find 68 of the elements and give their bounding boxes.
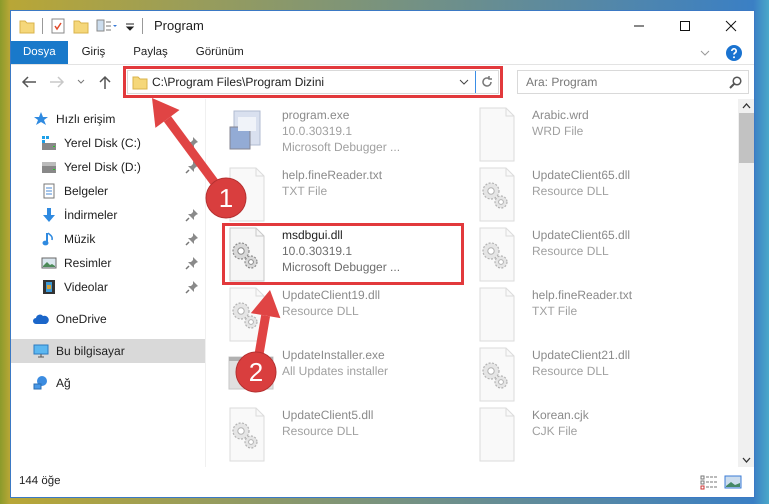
drive-icon — [41, 159, 57, 175]
file-detail: CJK File — [532, 423, 578, 439]
file-name: msdbgui.dll — [282, 227, 344, 243]
folder-icon — [132, 74, 148, 90]
view-icon[interactable] — [96, 18, 118, 34]
sidebar-item[interactable]: İndirmeler — [11, 203, 205, 227]
close-icon — [725, 20, 737, 32]
search-field[interactable]: Ara: Program — [517, 70, 749, 94]
picture-icon — [41, 255, 57, 271]
ribbon-tab[interactable]: Giriş — [68, 41, 120, 64]
file-item[interactable]: msdbgui.dll 10.0.30319.1 Microsoft Debugger ... — [224, 225, 462, 283]
sidebar-item[interactable]: Belgeler — [11, 179, 205, 203]
ribbon-tab[interactable]: Paylaş — [119, 41, 182, 64]
file-detail: Resource DLL — [532, 363, 610, 379]
window-title: Program — [154, 17, 204, 36]
pin-icon[interactable] — [185, 160, 199, 174]
up-arrow-icon — [97, 75, 113, 89]
network-icon — [33, 375, 49, 391]
item-count: 144 öğe — [19, 474, 61, 490]
file-detail: WRD File — [532, 123, 584, 139]
file-detail: Resource DLL — [282, 423, 360, 439]
file-detail: TXT File — [282, 183, 328, 199]
file-detail: All Updates installer — [282, 363, 388, 379]
dropdown-icon[interactable] — [459, 78, 469, 86]
file-detail: 10.0.30319.1 — [282, 123, 354, 139]
caret-icon — [77, 79, 85, 85]
back-arrow-icon — [21, 75, 37, 89]
file-detail: Resource DLL — [532, 243, 610, 259]
help-icon[interactable] — [726, 44, 742, 60]
pin-icon[interactable] — [185, 232, 199, 246]
sidebar-item[interactable]: OneDrive — [11, 307, 205, 331]
search-icon[interactable] — [729, 76, 742, 88]
expand-ribbon-icon[interactable] — [700, 48, 710, 56]
monitor-icon — [33, 343, 49, 359]
properties-icon[interactable] — [50, 18, 66, 34]
file-menu-tab[interactable]: Dosya — [11, 41, 68, 64]
scrollbar[interactable] — [738, 99, 754, 467]
file-detail: 10.0.30319.1 — [282, 243, 354, 259]
pin-icon[interactable] — [185, 280, 199, 294]
forward-arrow-icon — [49, 75, 65, 89]
download-icon — [41, 207, 57, 223]
step-number: 1 — [206, 178, 246, 218]
file-detail: TXT File — [532, 303, 578, 319]
pin-icon[interactable] — [185, 208, 199, 222]
file-detail: Microsoft Debugger ... — [282, 139, 400, 155]
sidebar-item[interactable]: Videolar — [11, 275, 205, 299]
sidebar-item[interactable]: Yerel Disk (C:) — [11, 131, 205, 155]
file-detail: Resource DLL — [282, 303, 360, 319]
star-icon — [33, 111, 49, 127]
document-icon — [41, 183, 57, 199]
sidebar-item[interactable]: Müzik — [11, 227, 205, 251]
pin-icon[interactable] — [185, 256, 199, 270]
ribbon-tab[interactable]: Görünüm — [182, 41, 258, 64]
sidebar-item[interactable]: Hızlı erişim — [11, 107, 205, 131]
sidebar-item[interactable]: Ağ — [11, 371, 205, 395]
details-view-icon[interactable] — [700, 474, 718, 490]
scrollbar-thumb[interactable] — [738, 113, 754, 163]
maximize-icon — [679, 20, 691, 32]
sidebar-item[interactable]: Resimler — [11, 251, 205, 275]
large-icons-view-icon[interactable] — [724, 474, 742, 490]
file-detail: Resource DLL — [532, 183, 610, 199]
sidebar-item[interactable]: Yerel Disk (D:) — [11, 155, 205, 179]
file-detail: Microsoft Debugger ... — [282, 259, 400, 275]
sidebar-item[interactable]: Bu bilgisayar — [11, 339, 205, 363]
refresh-icon[interactable] — [480, 75, 494, 89]
drive-icon — [41, 135, 57, 151]
film-icon — [41, 279, 57, 295]
step-number: 2 — [236, 352, 276, 392]
